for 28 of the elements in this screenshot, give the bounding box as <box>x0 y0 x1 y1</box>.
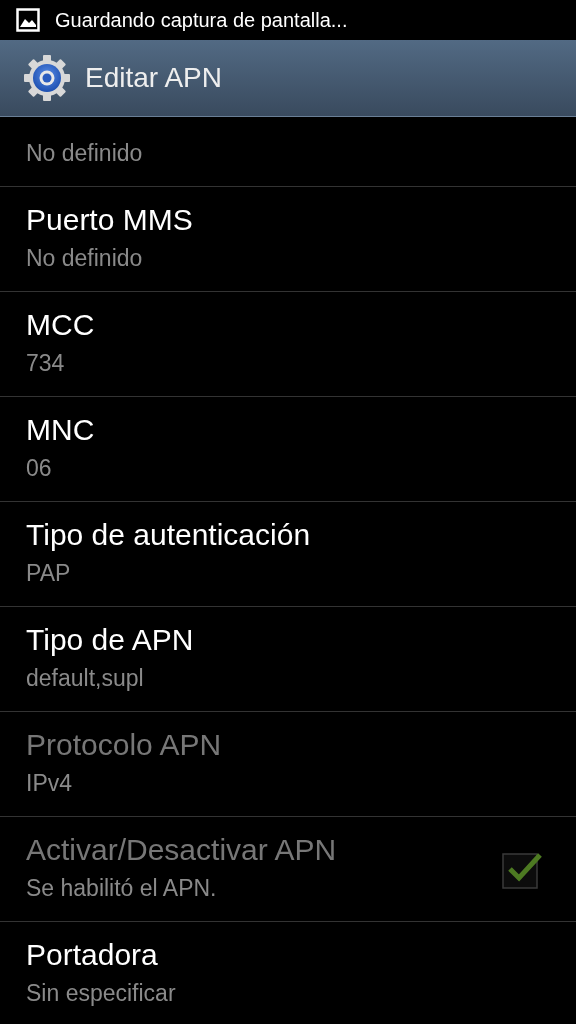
notification-text: Guardando captura de pantalla... <box>55 8 348 32</box>
settings-item[interactable]: MNC 06 <box>0 397 576 502</box>
settings-item[interactable]: Tipo de autenticación PAP <box>0 502 576 607</box>
setting-title: Activar/Desactivar APN <box>26 832 338 867</box>
gear-icon <box>23 54 71 102</box>
setting-value: 06 <box>26 454 53 482</box>
setting-title: Tipo de APN <box>26 622 195 657</box>
setting-title: Protocolo APN <box>26 727 223 762</box>
setting-value: PAP <box>26 559 72 587</box>
setting-value: default,supl <box>26 664 145 692</box>
settings-item[interactable]: Portadora Sin especificar <box>0 922 576 1024</box>
settings-item[interactable]: Tipo de APN default,supl <box>0 607 576 712</box>
setting-title: MNC <box>26 412 96 447</box>
settings-item[interactable]: Puerto MMS No definido <box>0 187 576 292</box>
setting-value: Se habilitó el APN. <box>26 874 218 902</box>
setting-title: Tipo de autenticación <box>26 517 312 552</box>
setting-title: Portadora <box>26 937 159 972</box>
setting-value: IPv4 <box>26 769 74 797</box>
window-title: Editar APN <box>85 62 222 94</box>
setting-title: MCC <box>26 307 96 342</box>
setting-value: No definido <box>26 139 144 167</box>
setting-title: Puerto MMS <box>26 202 194 237</box>
setting-value: 734 <box>26 349 66 377</box>
settings-item[interactable]: MCC 734 <box>0 292 576 397</box>
settings-item[interactable]: No definido <box>0 117 576 187</box>
setting-value: Sin especificar <box>26 979 177 1007</box>
picture-icon <box>16 8 40 32</box>
setting-value: No definido <box>26 244 144 272</box>
